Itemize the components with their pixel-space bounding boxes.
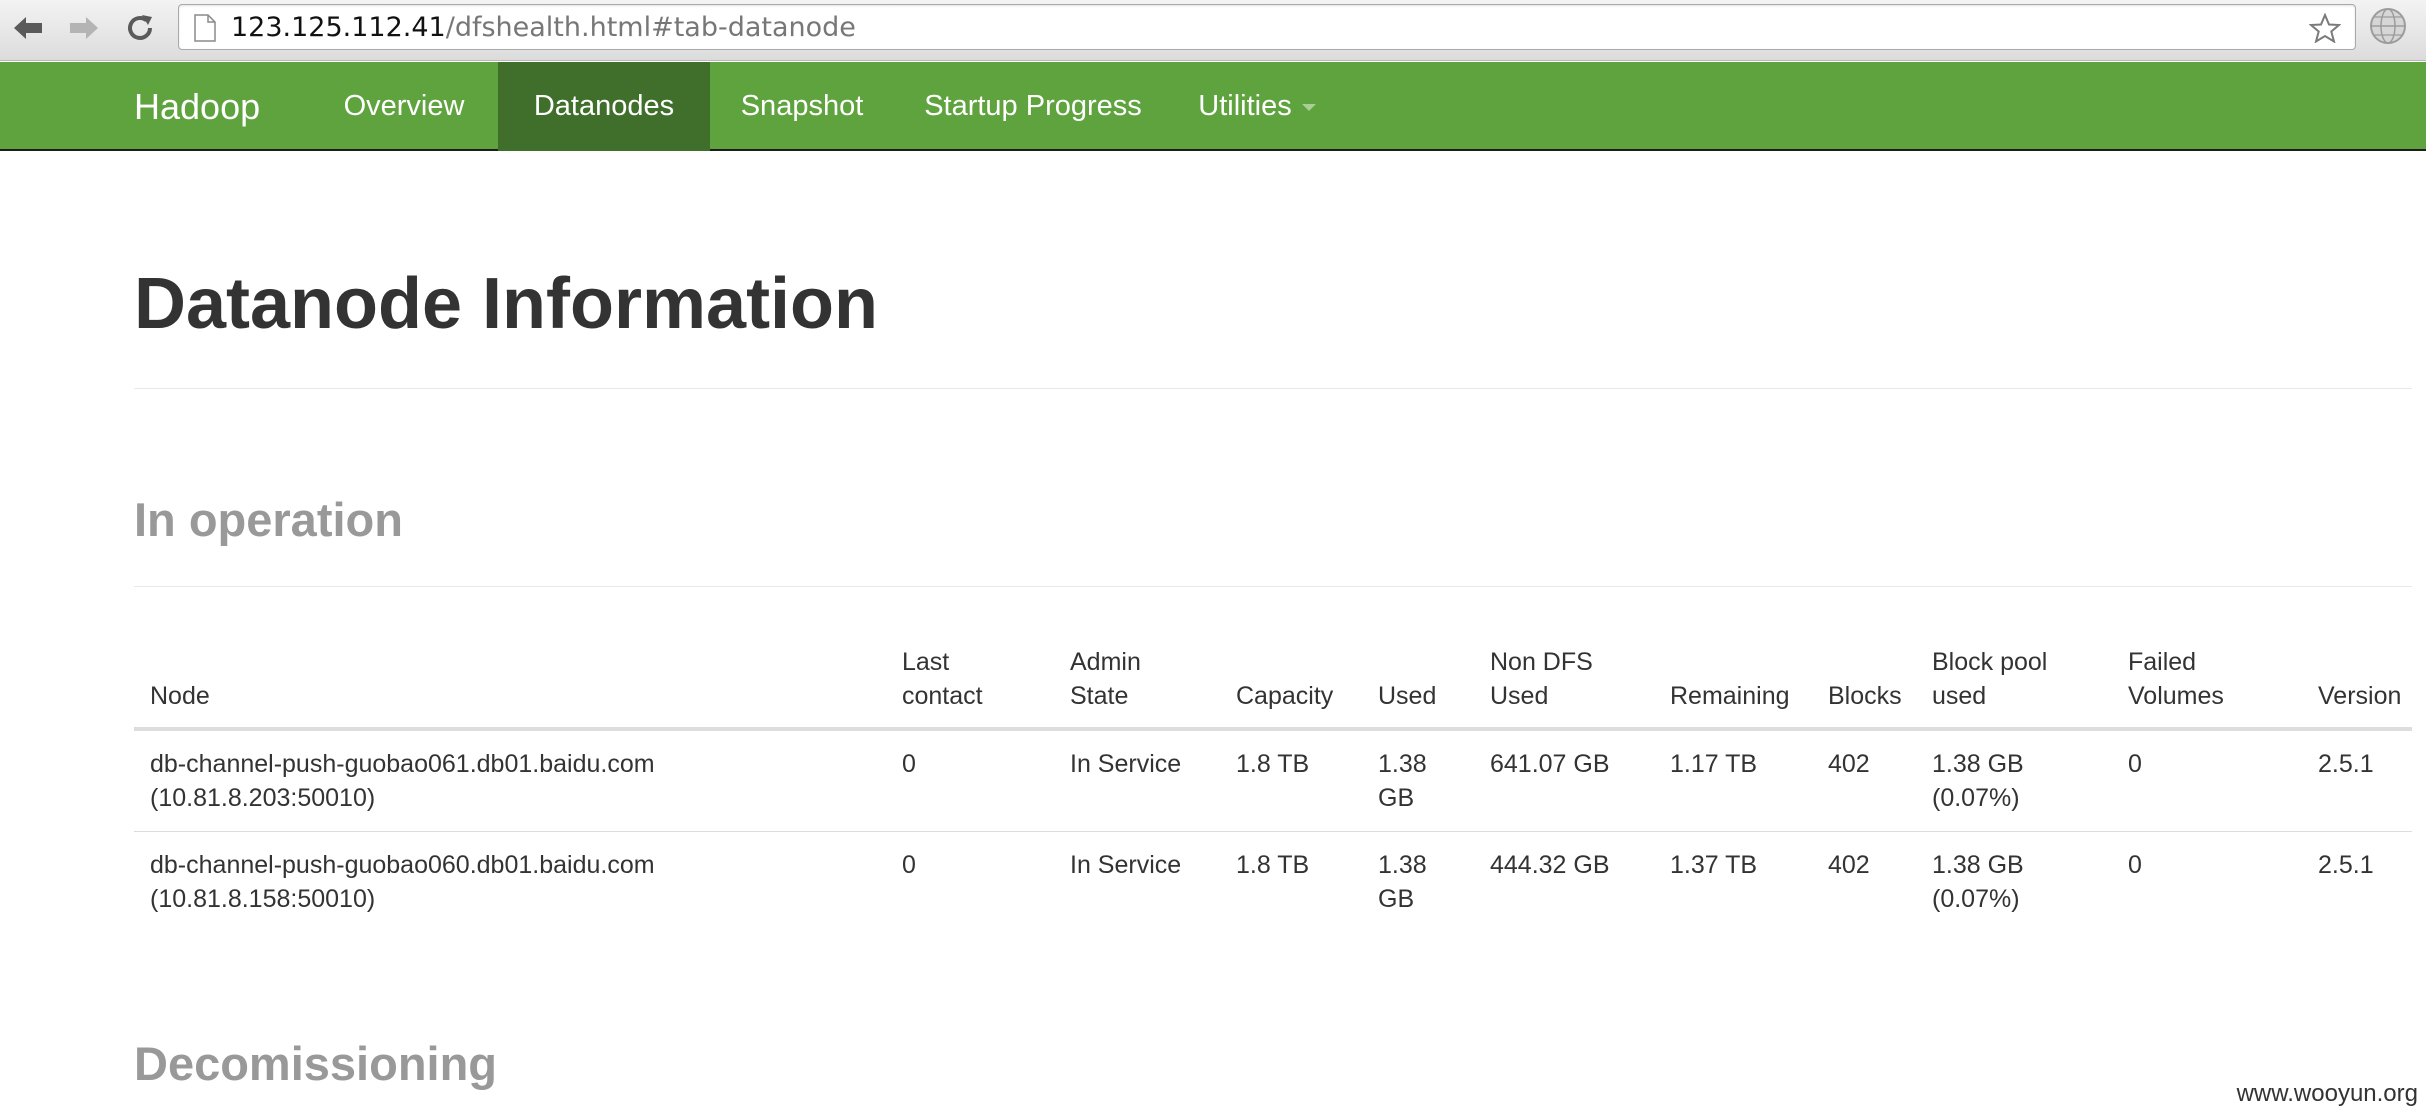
- reload-icon: [128, 15, 152, 40]
- decommissioning-heading: Decomissioning: [134, 1037, 498, 1090]
- header-node-label: Node: [150, 682, 210, 710]
- cell-capacity: 1.8 TB: [1220, 831, 1362, 934]
- forward-arrow-icon: [70, 17, 98, 39]
- url-host: 123.125.112.41: [231, 12, 446, 43]
- cell-blocks: 402: [1828, 750, 1870, 778]
- header-non-dfs-line1: Non DFS: [1490, 648, 1593, 676]
- cell-used: 1.38 GB: [1362, 729, 1474, 832]
- cell-last-contact: 0: [902, 750, 916, 778]
- used-unit: GB: [1378, 885, 1415, 913]
- header-remaining[interactable]: Remaining: [1654, 627, 1812, 731]
- watermark: www.wooyun.org: [2236, 1080, 2418, 1107]
- cell-version: 2.5.1: [2318, 750, 2374, 778]
- hadoop-navbar: Hadoop Overview Datanodes Snapshot Start…: [0, 62, 2426, 151]
- header-failed-volumes-line2: Volumes: [2128, 682, 2224, 710]
- header-failed-volumes-line1: Failed: [2128, 648, 2197, 676]
- header-remaining-label: Remaining: [1670, 682, 1790, 710]
- cell-blocks: 402: [1812, 831, 1916, 934]
- reload-button[interactable]: [120, 8, 160, 48]
- forward-button[interactable]: [64, 8, 104, 48]
- cell-admin-state: In Service: [1054, 831, 1220, 934]
- cell-version: 2.5.1: [2302, 831, 2412, 934]
- block-pool-used-value: 1.38 GB: [1932, 851, 2024, 879]
- header-blocks-label: Blocks: [1828, 682, 1902, 710]
- header-node[interactable]: Node: [134, 627, 886, 731]
- used-unit: GB: [1378, 784, 1415, 812]
- block-pool-used-value: 1.38 GB: [1932, 750, 2024, 778]
- header-non-dfs-line2: Used: [1490, 682, 1549, 710]
- cell-node: db-channel-push-guobao061.db01.baidu.com…: [134, 729, 886, 832]
- node-hostname: db-channel-push-guobao060.db01.baidu.com: [150, 851, 655, 879]
- browser-toolbar: 123.125.112.41/dfshealth.html#tab-datano…: [0, 0, 2426, 61]
- cell-non-dfs-used: 444.32 GB: [1474, 831, 1654, 934]
- header-admin-state-line1: Admin: [1070, 648, 1141, 676]
- url-text: 123.125.112.41/dfshealth.html#tab-datano…: [231, 14, 856, 42]
- header-block-pool-line2: used: [1932, 682, 1987, 710]
- cell-block-pool-used: 1.38 GB (0.07%): [1916, 831, 2112, 934]
- header-last-contact-line2: contact: [902, 682, 983, 710]
- back-arrow-icon: [14, 17, 42, 39]
- nav-startup-progress[interactable]: Startup Progress: [894, 62, 1172, 151]
- nav-utilities[interactable]: Utilities: [1172, 62, 1342, 151]
- cell-admin-state: In Service: [1070, 750, 1182, 778]
- page-title: Datanode Information: [134, 264, 879, 344]
- cell-non-dfs-used: 641.07 GB: [1490, 750, 1610, 778]
- cell-node: db-channel-push-guobao060.db01.baidu.com…: [134, 831, 886, 934]
- cell-used: 1.38 GB: [1362, 831, 1474, 934]
- header-non-dfs-used[interactable]: Non DFS Used: [1474, 627, 1654, 731]
- globe-icon[interactable]: [2368, 6, 2408, 46]
- back-button[interactable]: [8, 8, 48, 48]
- url-path: /dfshealth.html#tab-datanode: [445, 12, 856, 43]
- node-address: (10.81.8.158:50010): [150, 885, 376, 913]
- header-block-pool-used[interactable]: Block pool used: [1916, 627, 2112, 731]
- header-last-contact-line1: Last: [902, 648, 950, 676]
- used-value: 1.38: [1378, 851, 1427, 879]
- title-divider: [134, 388, 2412, 389]
- cell-last-contact: 0: [886, 831, 1054, 934]
- header-failed-volumes[interactable]: Failed Volumes: [2112, 627, 2302, 731]
- table-row: db-channel-push-guobao061.db01.baidu.com…: [134, 729, 2412, 832]
- table-header-row: Node Last contact Admin State Capacity Use…: [134, 627, 2412, 731]
- bookmark-star-icon[interactable]: [2309, 13, 2341, 43]
- nav-utilities-label: Utilities: [1198, 90, 1292, 122]
- in-operation-heading: In operation: [134, 493, 403, 546]
- header-version-label: Version: [2318, 682, 2402, 710]
- block-pool-used-percent: (0.07%): [1932, 784, 2020, 812]
- node-address: (10.81.8.203:50010): [150, 784, 376, 812]
- used-value: 1.38: [1378, 750, 1427, 778]
- cell-block-pool-used: 1.38 GB (0.07%): [1916, 729, 2112, 832]
- header-used[interactable]: Used: [1362, 627, 1474, 731]
- cell-failed-volumes: 0: [2112, 831, 2302, 934]
- cell-capacity: 1.8 TB: [1236, 750, 1310, 778]
- caret-down-icon: [1301, 103, 1316, 111]
- section-divider: [134, 586, 2412, 587]
- cell-remaining: 1.17 TB: [1670, 750, 1758, 778]
- page-icon: [194, 14, 216, 42]
- header-capacity-label: Capacity: [1236, 682, 1334, 710]
- header-blocks[interactable]: Blocks: [1812, 627, 1916, 731]
- nav-overview[interactable]: Overview: [318, 62, 490, 151]
- brand-logo[interactable]: Hadoop: [134, 62, 260, 151]
- datanode-table: Node Last contact Admin State Capacity Use…: [134, 627, 2412, 934]
- cell-remaining: 1.37 TB: [1654, 831, 1812, 934]
- header-admin-state-line2: State: [1070, 682, 1129, 710]
- node-hostname: db-channel-push-guobao061.db01.baidu.com: [150, 750, 655, 778]
- header-last-contact[interactable]: Last contact: [886, 627, 1054, 731]
- address-bar[interactable]: 123.125.112.41/dfshealth.html#tab-datano…: [178, 4, 2356, 50]
- header-version[interactable]: Version: [2302, 627, 2412, 731]
- header-used-label: Used: [1378, 682, 1437, 710]
- nav-snapshot[interactable]: Snapshot: [710, 62, 894, 151]
- cell-failed-volumes: 0: [2128, 750, 2142, 778]
- header-block-pool-line1: Block pool: [1932, 648, 2048, 676]
- table-row: db-channel-push-guobao060.db01.baidu.com…: [134, 831, 2412, 934]
- nav-datanodes[interactable]: Datanodes: [498, 62, 710, 151]
- block-pool-used-percent: (0.07%): [1932, 885, 2020, 913]
- header-admin-state[interactable]: Admin State: [1054, 627, 1220, 731]
- header-capacity[interactable]: Capacity: [1220, 627, 1362, 731]
